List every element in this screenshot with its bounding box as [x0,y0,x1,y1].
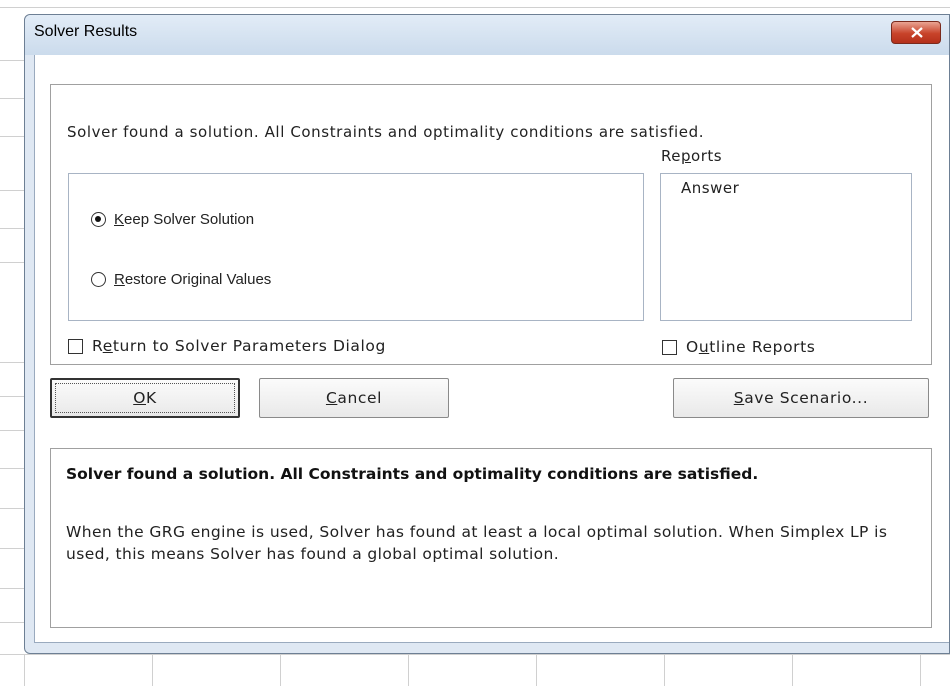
return-to-parameters-checkbox[interactable] [68,338,83,354]
report-item-answer[interactable]: Answer [681,179,739,197]
cancel-button[interactable]: Cancel [259,378,449,418]
reports-label: Reports [661,147,723,165]
focus-rectangle [55,383,235,413]
save-scenario-button-label: Save Scenario... [733,389,869,407]
outline-reports-label: Outline Reports [686,338,816,356]
solution-options-group: Keep Solver Solution Restore Original Va… [68,173,644,321]
ok-button[interactable]: OK [50,378,240,418]
keep-solution-option[interactable]: Keep Solver Solution [91,211,254,228]
return-to-parameters-label: Return to Solver Parameters Dialog [92,337,386,355]
save-scenario-button[interactable]: Save Scenario... [673,378,929,418]
restore-values-option[interactable]: Restore Original Values [91,271,271,288]
results-panel: Solver found a solution. All Constraints… [50,84,932,365]
summary-heading: Solver found a solution. All Constraints… [66,465,759,483]
close-button[interactable] [891,21,941,44]
outline-reports-option[interactable]: Outline Reports [662,338,815,356]
result-message: Solver found a solution. All Constraints… [67,123,705,141]
close-x-icon [911,27,923,38]
dialog-body: Solver found a solution. All Constraints… [34,55,949,643]
outline-reports-checkbox[interactable] [662,339,677,355]
return-to-parameters-option[interactable]: Return to Solver Parameters Dialog [68,337,386,355]
dialog-title: Solver Results [34,23,138,40]
cancel-button-label: Cancel [325,389,383,407]
keep-solution-label: Keep Solver Solution [114,211,255,228]
reports-listbox[interactable]: Answer [660,173,912,321]
keep-solution-radio[interactable] [91,212,106,227]
restore-values-radio[interactable] [91,272,106,287]
solver-results-dialog: Solver Results Solver found a solution. … [24,14,950,654]
summary-detail-text: When the GRG engine is used, Solver has … [66,523,888,563]
title-bar[interactable]: Solver Results [25,15,949,55]
restore-values-label: Restore Original Values [114,271,272,288]
summary-panel: Solver found a solution. All Constraints… [50,448,932,628]
